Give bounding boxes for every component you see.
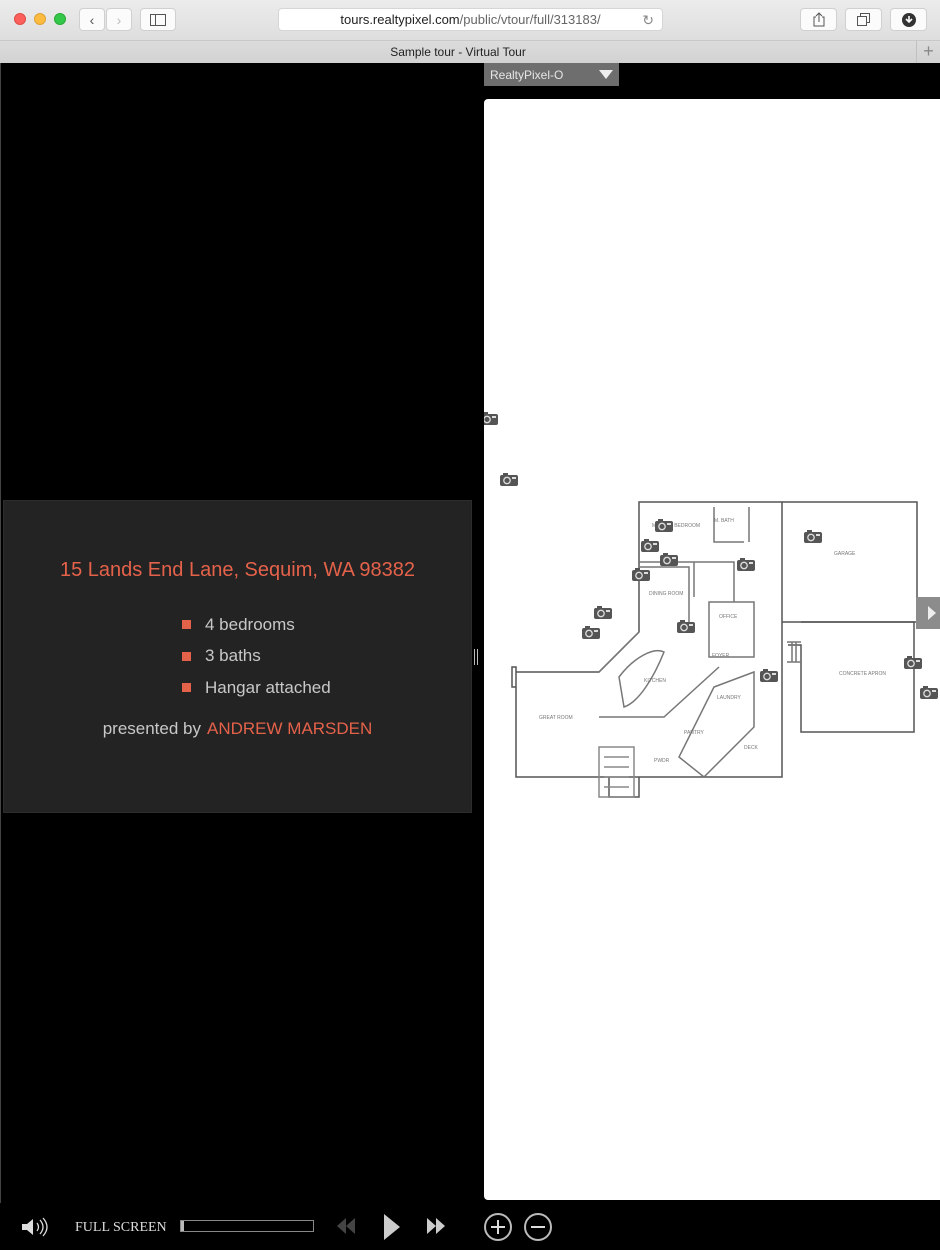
browser-toolbar: ‹ › tours.realtypixel.com/public/vtour/f…: [0, 0, 940, 40]
room-label: OFFICE: [719, 614, 738, 620]
url-domain: tours.realtypixel.com: [340, 12, 460, 27]
wall-garage: [782, 501, 918, 623]
floorplan-selector[interactable]: RealtyPixel-O: [484, 63, 619, 86]
tour-viewer: 15 Lands End Lane, Sequim, WA 98382 4 be…: [0, 63, 476, 1203]
feature-item: Hangar attached: [182, 672, 331, 704]
room-label: DECK: [744, 745, 759, 751]
tab-bar: Sample tour - Virtual Tour +: [0, 40, 940, 63]
volume-icon[interactable]: [20, 1216, 48, 1238]
address-bar[interactable]: tours.realtypixel.com/public/vtour/full/…: [278, 8, 663, 31]
camera-icon[interactable]: [804, 530, 822, 543]
sidebar-toggle-button[interactable]: [140, 8, 176, 31]
playback-controls: FULL SCREEN: [0, 1203, 940, 1250]
floorplan-drawing: MASTER BEDROOM M. BATH DINING ROOM OFFIC…: [511, 501, 918, 798]
camera-icon[interactable]: [500, 473, 518, 486]
share-button[interactable]: [800, 8, 837, 31]
browser-chrome: ‹ › tours.realtypixel.com/public/vtour/f…: [0, 0, 940, 63]
presented-by-label: presented by: [102, 719, 201, 738]
room-label: LAUNDRY: [717, 695, 741, 701]
progress-fill: [181, 1221, 184, 1231]
forward-button[interactable]: ›: [106, 8, 132, 31]
fast-forward-icon[interactable]: [426, 1218, 446, 1234]
wall-apron: [788, 621, 915, 733]
room-label: PWDR: [654, 758, 670, 764]
camera-icon[interactable]: [660, 553, 678, 566]
room-label: CONCRETE APRON: [839, 671, 886, 677]
close-window-button[interactable]: [14, 13, 26, 25]
maximize-window-button[interactable]: [54, 13, 66, 25]
room-label: PANTRY: [684, 730, 704, 736]
chevron-left-icon: ‹: [89, 11, 95, 28]
camera-icon[interactable]: [737, 558, 755, 571]
bullet-icon: [182, 683, 191, 693]
download-icon: [901, 12, 916, 27]
downloads-button[interactable]: [890, 8, 927, 31]
tab-active[interactable]: Sample tour - Virtual Tour: [0, 45, 916, 59]
room-label: M. BATH: [714, 518, 734, 524]
feature-text: Hangar attached: [205, 677, 331, 697]
floorplan-panel[interactable]: MASTER BEDROOM M. BATH DINING ROOM OFFIC…: [484, 99, 940, 1200]
listing-address: 15 Lands End Lane, Sequim, WA 98382: [59, 559, 416, 581]
back-button[interactable]: ‹: [79, 8, 105, 31]
chevron-right-icon: ›: [116, 11, 122, 28]
tabs-icon: [857, 13, 870, 26]
room-label: KITCHEN: [644, 678, 666, 684]
reload-icon[interactable]: ↻: [642, 12, 654, 29]
tabs-button[interactable]: [845, 8, 882, 31]
presenter-line: presented by ANDREW MARSDEN: [4, 719, 471, 739]
feature-text: 3 baths: [205, 646, 261, 666]
camera-icon[interactable]: [641, 539, 659, 552]
agent-name: ANDREW MARSDEN: [207, 719, 373, 738]
room-label: GARAGE: [834, 551, 856, 557]
url-path: /public/vtour/full/313183/: [459, 12, 601, 27]
camera-icon[interactable]: [632, 568, 650, 581]
camera-icon[interactable]: [582, 626, 600, 639]
bullet-icon: [182, 651, 191, 661]
caret-down-icon: [599, 70, 613, 79]
floorplan-selector-value: RealtyPixel-O: [490, 68, 564, 82]
room-label: DINING ROOM: [649, 591, 683, 597]
camera-icon[interactable]: [677, 620, 695, 633]
sidebar-icon: [150, 13, 166, 26]
panel-resize-handle[interactable]: [474, 649, 478, 665]
camera-icon[interactable]: [484, 412, 498, 425]
listing-card: 15 Lands End Lane, Sequim, WA 98382 4 be…: [3, 500, 472, 813]
camera-icon[interactable]: [904, 656, 922, 669]
new-tab-button[interactable]: +: [916, 41, 940, 63]
play-icon[interactable]: [383, 1213, 401, 1241]
share-icon: [813, 12, 824, 27]
progress-bar[interactable]: [180, 1220, 314, 1232]
room-label: FOYER: [712, 653, 730, 659]
rewind-icon[interactable]: [336, 1218, 356, 1234]
zoom-in-button[interactable]: [484, 1213, 512, 1241]
feature-list: 4 bedrooms 3 baths Hangar attached: [182, 609, 331, 704]
minimize-window-button[interactable]: [34, 13, 46, 25]
bullet-icon: [182, 620, 191, 630]
feature-item: 4 bedrooms: [182, 609, 331, 641]
room-label: GREAT ROOM: [539, 715, 573, 721]
camera-icon[interactable]: [594, 606, 612, 619]
feature-item: 3 baths: [182, 641, 331, 673]
camera-icon[interactable]: [655, 519, 673, 532]
camera-icon[interactable]: [760, 669, 778, 682]
next-floorplan-button[interactable]: [916, 597, 940, 629]
fullscreen-button[interactable]: FULL SCREEN: [75, 1220, 167, 1236]
camera-icon[interactable]: [920, 686, 938, 699]
zoom-out-button[interactable]: [524, 1213, 552, 1241]
feature-text: 4 bedrooms: [205, 614, 295, 634]
chevron-right-icon: [928, 606, 936, 620]
